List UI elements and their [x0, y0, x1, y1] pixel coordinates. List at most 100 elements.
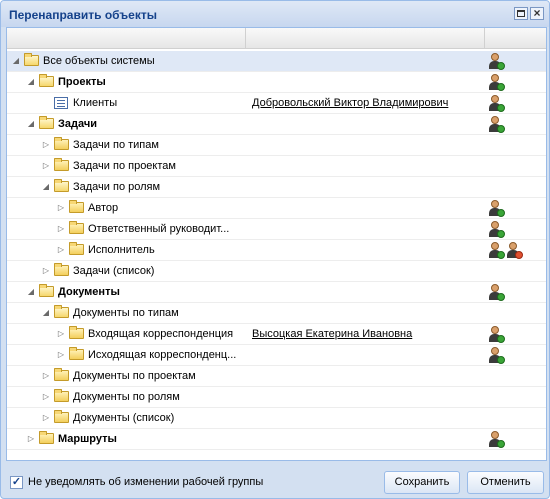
tree-item-label: Исходящая корреспонденц... — [88, 349, 237, 361]
column-header-actions[interactable] — [485, 28, 546, 48]
list-icon — [54, 97, 68, 109]
tree-row[interactable]: ▷ Задачи по проектам — [7, 156, 546, 177]
add-user-icon[interactable] — [488, 116, 505, 133]
expand-arrow-icon[interactable]: ▷ — [41, 140, 51, 150]
tree-row[interactable]: ▷ Маршруты — [7, 429, 546, 450]
folder-icon — [54, 389, 69, 402]
tree-row[interactable]: ◢ Задачи — [7, 114, 546, 135]
folder-open-icon — [39, 284, 54, 297]
grid-header — [7, 28, 546, 49]
add-user-icon[interactable] — [488, 242, 505, 259]
tree-row[interactable]: ▷ Исходящая корреспонденц... — [7, 345, 546, 366]
tree-item-label: Задачи по ролям — [73, 181, 161, 193]
expand-arrow-icon[interactable]: ▷ — [41, 161, 51, 171]
add-user-icon[interactable] — [488, 431, 505, 448]
tree-item-label: Маршруты — [58, 433, 117, 445]
tree-row[interactable]: ▷ Документы по проектам — [7, 366, 546, 387]
column-header-user[interactable] — [246, 28, 485, 48]
add-user-icon[interactable] — [488, 326, 505, 343]
maximize-button[interactable] — [514, 7, 528, 20]
expand-arrow-icon[interactable]: ▷ — [56, 329, 66, 339]
expand-arrow-icon[interactable]: ▷ — [56, 224, 66, 234]
cancel-button[interactable]: Отменить — [467, 471, 544, 494]
column-header-object[interactable] — [7, 28, 246, 48]
collapse-arrow-icon[interactable]: ◢ — [41, 308, 51, 318]
tree-item-label: Задачи по проектам — [73, 160, 176, 172]
collapse-arrow-icon[interactable]: ◢ — [26, 287, 36, 297]
tree-item-label: Клиенты — [73, 97, 118, 109]
tree-row[interactable]: ▷ Задачи (список) — [7, 261, 546, 282]
assigned-user-link[interactable]: Высоцкая Екатерина Ивановна — [252, 328, 412, 340]
add-user-icon[interactable] — [488, 347, 505, 364]
tree-item-label: Документы по проектам — [73, 370, 196, 382]
expand-arrow-icon[interactable]: ▷ — [56, 203, 66, 213]
expand-arrow-icon[interactable]: ▷ — [56, 350, 66, 360]
folder-open-icon — [39, 116, 54, 129]
folder-icon — [54, 137, 69, 150]
tree-row[interactable]: ▷ Автор — [7, 198, 546, 219]
folder-icon — [54, 263, 69, 276]
redirect-objects-dialog: Перенаправить объекты × ◢ Все объекты сис… — [0, 0, 550, 499]
maximize-icon — [517, 10, 525, 17]
folder-open-icon — [39, 74, 54, 87]
notify-checkbox-label: Не уведомлять об изменении рабочей групп… — [28, 476, 264, 488]
expand-arrow-icon[interactable]: ▷ — [41, 266, 51, 276]
assigned-user-link[interactable]: Добровольский Виктор Владимирович — [252, 97, 448, 109]
dialog-footer: ✓ Не уведомлять об изменении рабочей гру… — [1, 463, 549, 498]
dialog-titlebar: Перенаправить объекты × — [1, 1, 549, 27]
tree-row[interactable]: ▷ Исполнитель — [7, 240, 546, 261]
tree-item-label: Документы по ролям — [73, 391, 180, 403]
notify-checkbox[interactable]: ✓ — [10, 476, 23, 489]
folder-open-icon — [54, 179, 69, 192]
tree-row[interactable]: ◢ Документы — [7, 282, 546, 303]
save-button[interactable]: Сохранить — [384, 471, 460, 494]
folder-icon — [69, 200, 84, 213]
tree-item-label: Задачи (список) — [73, 265, 155, 277]
tree-row[interactable]: ▷ Документы (список) — [7, 408, 546, 429]
add-user-icon[interactable] — [488, 95, 505, 112]
tree-item-label: Задачи по типам — [73, 139, 159, 151]
add-user-icon[interactable] — [488, 284, 505, 301]
tree-row[interactable]: ◢ Документы по типам — [7, 303, 546, 324]
add-user-icon[interactable] — [488, 74, 505, 91]
tree-row[interactable]: ▷ Ответственный руководит... — [7, 219, 546, 240]
tree-row[interactable]: ◢ Проекты — [7, 72, 546, 93]
tree-item-label: Ответственный руководит... — [88, 223, 230, 235]
objects-tree-grid: ◢ Все объекты системы ◢ Проекты Клиенты Добро… — [6, 27, 547, 461]
tree-item-label: Проекты — [58, 76, 106, 88]
tree-item-label: Исполнитель — [88, 244, 155, 256]
tree-row[interactable]: ◢ Все объекты системы — [7, 51, 546, 72]
tree-row[interactable]: ▷ Входящая корреспонденция Высоцкая Екатер… — [7, 324, 546, 345]
collapse-arrow-icon[interactable]: ◢ — [26, 119, 36, 129]
folder-icon — [69, 347, 84, 360]
dialog-title: Перенаправить объекты — [9, 8, 157, 22]
remove-user-icon[interactable] — [506, 242, 523, 259]
add-user-icon[interactable] — [488, 53, 505, 70]
tree-item-label: Входящая корреспонденция — [88, 328, 234, 340]
tree-item-label: Документы по типам — [73, 307, 179, 319]
expand-arrow-icon[interactable]: ▷ — [41, 413, 51, 423]
expand-arrow-icon[interactable]: ▷ — [56, 245, 66, 255]
tree-item-label: Документы — [58, 286, 120, 298]
folder-open-icon — [24, 53, 39, 66]
collapse-arrow-icon[interactable]: ◢ — [26, 77, 36, 87]
collapse-arrow-icon[interactable]: ◢ — [41, 182, 51, 192]
tree-row[interactable]: Клиенты Добровольский Виктор Владимирович — [7, 93, 546, 114]
folder-icon — [54, 410, 69, 423]
folder-icon — [69, 221, 84, 234]
folder-icon — [69, 326, 84, 339]
collapse-arrow-icon[interactable]: ◢ — [11, 56, 21, 66]
tree-item-label: Все объекты системы — [43, 55, 155, 67]
tree-row[interactable]: ▷ Задачи по типам — [7, 135, 546, 156]
expand-arrow-icon[interactable]: ▷ — [26, 434, 36, 444]
add-user-icon[interactable] — [488, 200, 505, 217]
folder-open-icon — [54, 305, 69, 318]
add-user-icon[interactable] — [488, 221, 505, 238]
expand-arrow-icon[interactable]: ▷ — [41, 371, 51, 381]
expand-arrow-icon[interactable]: ▷ — [41, 392, 51, 402]
close-button[interactable]: × — [530, 7, 544, 20]
tree-item-label: Документы (список) — [73, 412, 175, 424]
folder-icon — [54, 158, 69, 171]
tree-row[interactable]: ▷ Документы по ролям — [7, 387, 546, 408]
tree-row[interactable]: ◢ Задачи по ролям — [7, 177, 546, 198]
